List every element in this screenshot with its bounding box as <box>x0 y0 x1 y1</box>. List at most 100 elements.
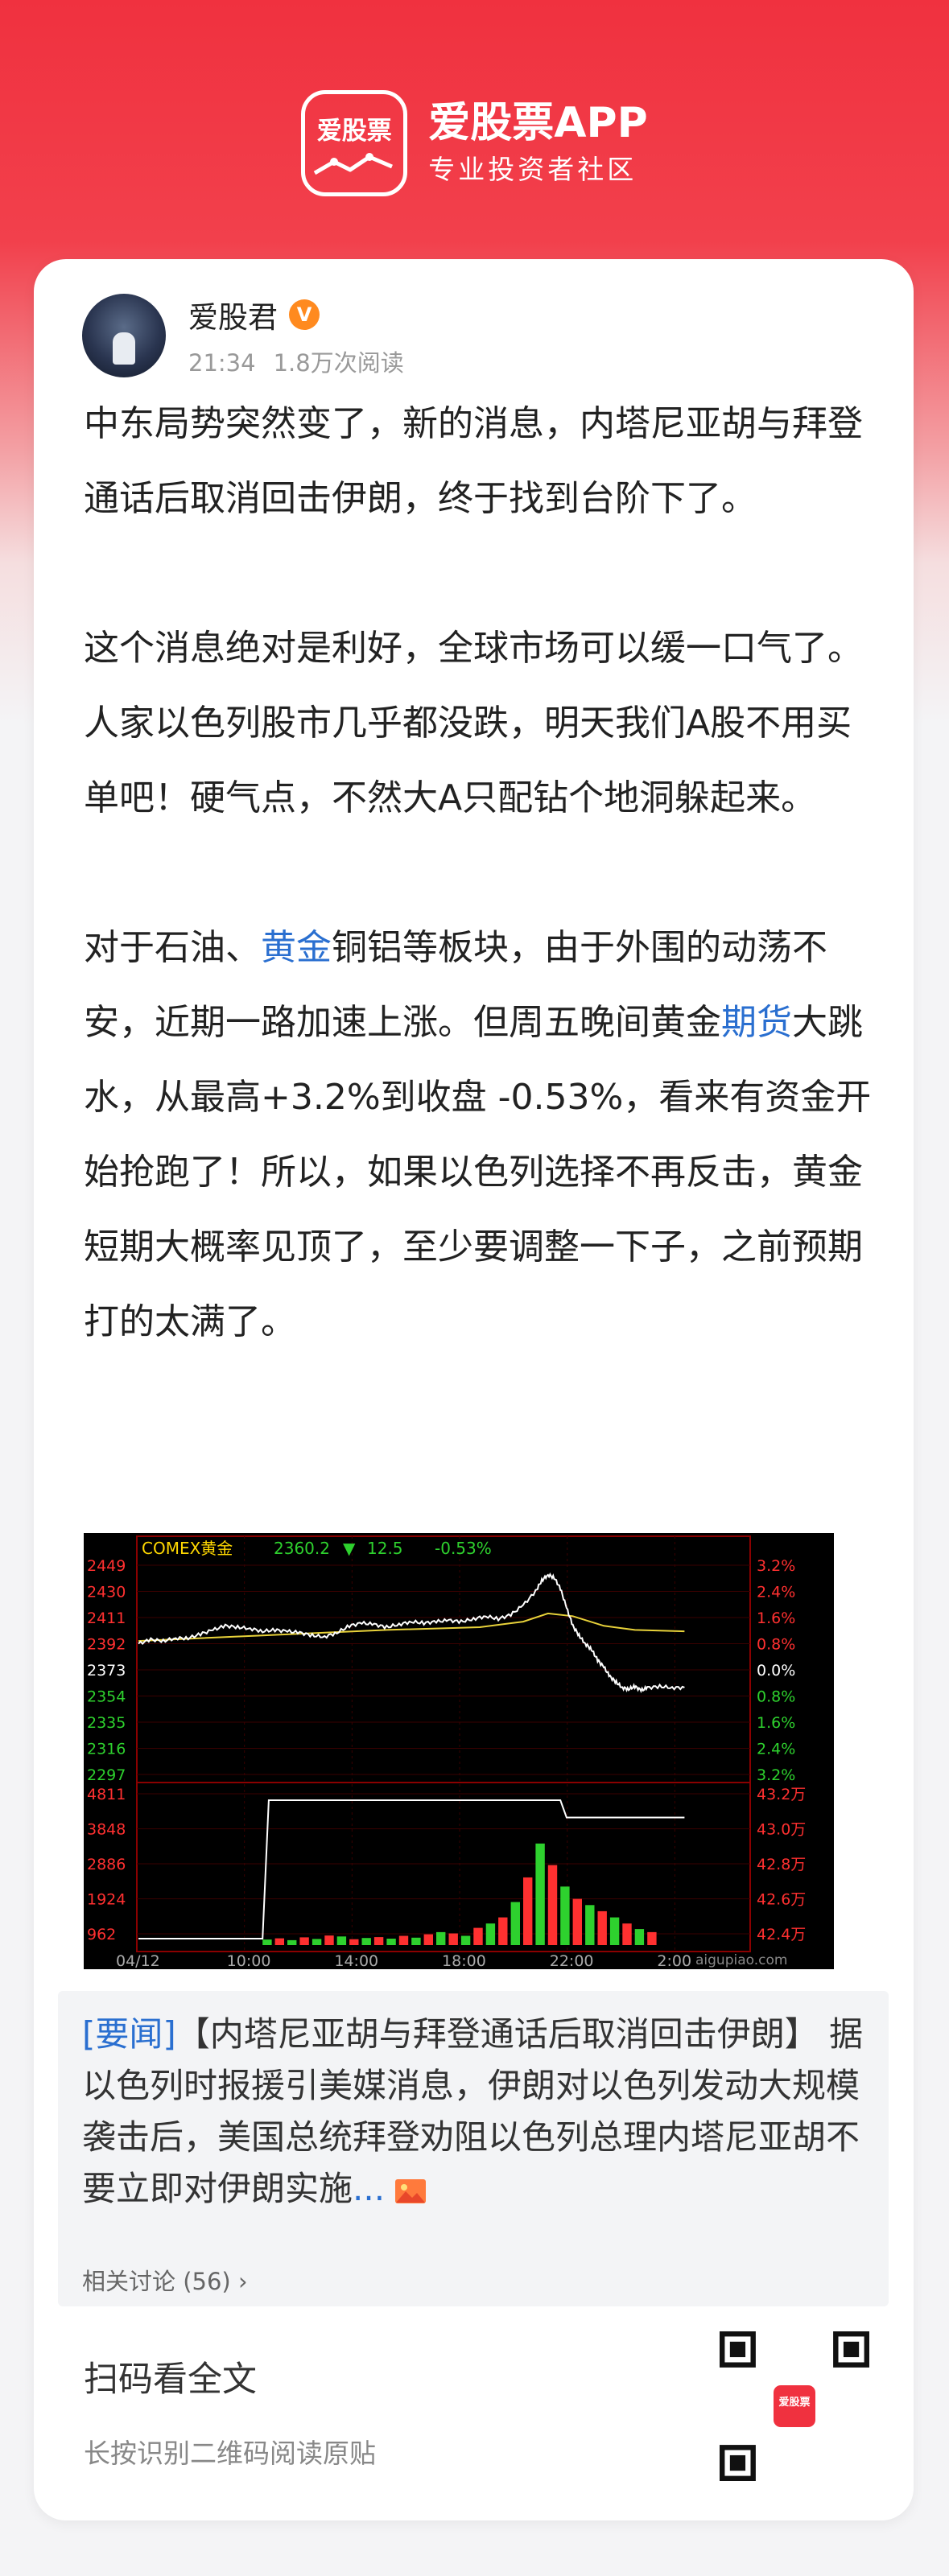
price-tick-label: 2392 <box>87 1636 126 1654</box>
volume-bar <box>597 1910 607 1945</box>
price-tick-label: 2430 <box>87 1584 126 1601</box>
volume-tick-label: 2886 <box>87 1856 126 1873</box>
time-tick-label: 14:00 <box>334 1952 378 1969</box>
post-paragraph: 中东局势突然变了，新的消息，内塔尼亚胡与拜登通话后取消回击伊朗，终于找到台阶下了… <box>84 403 863 519</box>
related-discussion-link[interactable]: 相关讨论 (56) › <box>82 2263 248 2297</box>
post-meta: 21:34 1.8万次阅读 <box>188 344 422 378</box>
stock-link-futures[interactable]: 期货 <box>721 1002 792 1043</box>
price-tick-label: 2316 <box>87 1741 126 1758</box>
volume-bar <box>361 1938 371 1945</box>
author-name[interactable]: 爱股君 <box>188 293 278 336</box>
price-tick-label: 2297 <box>87 1766 126 1784</box>
volume-bar <box>423 1934 433 1945</box>
chart-header-pct: -0.53% <box>435 1539 492 1558</box>
volume-bar <box>398 1935 409 1945</box>
app-title: 爱股票APP <box>428 99 648 147</box>
pct-tick-label: 2.4% <box>757 1584 795 1601</box>
verified-badge-icon: V <box>289 299 320 330</box>
qr-finder <box>729 2454 746 2471</box>
chart-header-name: COMEX黄金 <box>142 1539 233 1558</box>
volume-bar <box>634 1929 645 1945</box>
volume-bar <box>349 1939 359 1945</box>
chart-svg: COMEX黄金 2360.2 ▼ 12.5 -0.53% 2449 2430 241… <box>87 1535 806 1970</box>
text-span: 大跳水，从最高+3.2%到收盘 -0.53%，看来有资金开始抢跑了！所以，如果以… <box>84 1002 872 1342</box>
pct-tick-label: 0.8% <box>757 1636 795 1654</box>
price-tick-label: 2354 <box>87 1688 126 1706</box>
volume-tick-label: 962 <box>87 1926 116 1943</box>
volume-bar <box>473 1927 483 1945</box>
oi-tick-label: 42.6万 <box>757 1891 806 1909</box>
volume-bar <box>436 1931 446 1945</box>
qr-center-text: 爱股票 <box>778 2396 810 2409</box>
news-more-link[interactable]: ... <box>353 2169 385 2208</box>
volume-bar <box>647 1931 657 1945</box>
time-tick-label: 10:00 <box>227 1952 271 1969</box>
volume-axis: 4811 3848 2886 1924 962 <box>87 1786 126 1943</box>
qr-subtitle: 长按识别二维码阅读原贴 <box>84 2438 376 2469</box>
price-axis: 2449 2430 2411 2392 2373 2354 2335 2316 2297 <box>87 1557 126 1784</box>
price-tick-label: 2449 <box>87 1557 126 1575</box>
volume-bar <box>485 1923 496 1945</box>
volume-bar <box>510 1902 520 1945</box>
image-icon <box>395 2178 427 2203</box>
volume-bar <box>448 1933 458 1945</box>
volume-bar <box>373 1937 384 1945</box>
pct-tick-label: 0.0% <box>757 1662 795 1680</box>
volume-bar <box>572 1898 582 1945</box>
app-subtitle: 专业投资者社区 <box>428 154 637 185</box>
volume-bar <box>287 1939 297 1945</box>
chart-watermark: aigupiao.com <box>695 1952 787 1968</box>
qr-finder <box>729 2341 746 2358</box>
time-tick-label: 18:00 <box>442 1952 486 1969</box>
news-quote-card[interactable]: [要闻]【内塔尼亚胡与拜登通话后取消回击伊朗】 据以色列时报援引美媒消息，伊朗对… <box>58 1991 889 2306</box>
price-line <box>138 1572 685 1694</box>
app-logo-icon: 爱股票 <box>301 90 408 196</box>
pct-tick-label: 1.6% <box>757 1714 795 1732</box>
chart-header-change: 12.5 <box>367 1539 403 1558</box>
volume-bar <box>609 1917 620 1945</box>
qr-finder <box>843 2341 860 2358</box>
volume-tick-label: 1924 <box>87 1891 126 1909</box>
chart-header-price: 2360.2 <box>274 1539 330 1558</box>
volume-bar <box>411 1937 421 1945</box>
volume-bar <box>324 1935 334 1945</box>
volume-bar <box>523 1877 533 1945</box>
news-tag[interactable]: [要闻] <box>82 2014 176 2054</box>
volume-tick-label: 4811 <box>87 1786 126 1803</box>
stock-link-gold[interactable]: 黄金 <box>261 927 332 968</box>
avatar[interactable] <box>82 294 166 377</box>
volume-bar <box>386 1939 396 1945</box>
qr-code[interactable]: 爱股票 <box>720 2331 869 2481</box>
price-tick-label: 2373 <box>87 1662 126 1680</box>
chart-grid <box>137 1536 750 1952</box>
volume-bar <box>498 1917 508 1945</box>
chart-header-arrow: ▼ <box>343 1539 356 1558</box>
news-headline: 【内塔尼亚胡与拜登通话后取消回击伊朗】 <box>175 2014 819 2054</box>
volume-bar <box>547 1865 558 1945</box>
volume-bar <box>312 1939 322 1945</box>
oi-tick-label: 43.0万 <box>757 1821 806 1839</box>
post-paragraph: 这个消息绝对是利好，全球市场可以缓一口气了。人家以色列股市几乎都没跌，明天我们A… <box>84 628 863 818</box>
logo-text: 爱股票 <box>316 117 392 146</box>
volume-bar <box>535 1843 545 1945</box>
post-time: 21:34 <box>188 349 256 377</box>
time-tick-label: 22:00 <box>550 1952 594 1969</box>
oi-tick-label: 43.2万 <box>757 1786 806 1803</box>
news-text: [要闻]【内塔尼亚胡与拜登通话后取消回击伊朗】 据以色列时报援引美媒消息，伊朗对… <box>82 2009 871 2215</box>
volume-bar <box>622 1923 632 1945</box>
qr-code-icon: 爱股票 <box>720 2331 869 2481</box>
oi-tick-label: 42.4万 <box>757 1926 806 1943</box>
pct-tick-label: 1.6% <box>757 1609 795 1627</box>
pct-axis: 3.2% 2.4% 1.6% 0.8% 0.0% 0.8% 1.6% 2.4% 3.2% <box>757 1557 795 1784</box>
oi-tick-label: 42.8万 <box>757 1856 806 1873</box>
app-brand-header: 爱股票 爱股票APP 专业投资者社区 <box>0 90 949 196</box>
pct-tick-label: 3.2% <box>757 1557 795 1575</box>
gold-futures-chart[interactable]: COMEX黄金 2360.2 ▼ 12.5 -0.53% 2449 2430 241… <box>84 1533 834 1970</box>
price-tick-label: 2411 <box>87 1609 126 1627</box>
post-paragraph: 对于石油、黄金铜铝等板块，由于外围的动荡不安，近期一路加速上涨。但周五晚间黄金期… <box>84 910 881 1359</box>
volume-tick-label: 3848 <box>87 1821 126 1839</box>
volume-bar <box>560 1886 570 1945</box>
volume-bar <box>336 1936 347 1945</box>
volume-bar <box>274 1938 284 1945</box>
volume-bar <box>585 1905 595 1945</box>
